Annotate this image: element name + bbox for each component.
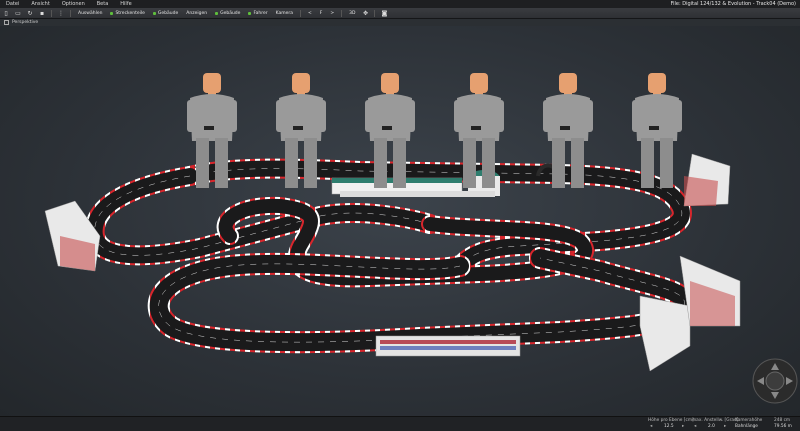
max-slope-label: max. Anstellw. [Grad] [692,418,739,423]
view-mode[interactable]: Perspektive [4,19,38,26]
buildings2-label: Gebäude [220,10,241,16]
menu-bar: Datei Ansicht Optionen Beta Hilfe File: … [0,0,800,8]
zoom-fit-button[interactable]: F [317,9,326,17]
green-check-icon [248,11,252,15]
camera-height-label: Kamerahöhe [735,418,763,423]
track-length-value: 79.56 m [774,424,792,429]
save-icon[interactable]: ▪ [38,10,46,17]
menu-hilfe[interactable]: Hilfe [114,0,137,8]
green-check-icon [110,11,114,15]
green-check-icon [215,11,219,15]
zoom-in-button[interactable]: > [327,9,337,17]
toolbar-separator [374,9,376,17]
zoom-out-button[interactable]: < [305,9,315,17]
camera-height-value: 248 cm [774,418,791,423]
toolbar-separator [341,9,343,17]
track-parts-label: Streckenteile [115,10,145,16]
increase-icon[interactable]: ▸ [682,424,684,429]
height-label: Höhe pro Ebene [cm] [648,418,694,423]
status-bar: Höhe pro Ebene [cm] ◂ 12.5 ▸ max. Anstel… [0,416,800,431]
height-value[interactable]: 12.5 [664,424,674,429]
buildings-button[interactable]: Gebäude [150,9,181,17]
track-length-label: Bahnlänge [735,424,758,429]
green-check-icon [152,11,156,15]
toolbar: ▯ ▭ ↻ ▪ ⋮ Auswählen Streckenteile Gebäud… [0,8,800,19]
new-file-icon[interactable]: ▯ [2,10,10,17]
grid-icon[interactable]: ⋮ [57,10,65,17]
toolbar-separator [70,9,71,17]
select-label: Auswählen [78,10,103,16]
toolbar-separator [51,9,52,17]
checkbox-icon [4,20,9,25]
view-3d-button[interactable]: 3D [346,9,358,17]
3d-viewport[interactable] [0,26,800,416]
menu-beta[interactable]: Beta [91,0,115,8]
grandstand-right-top [683,153,731,207]
drivers-button[interactable]: Fahrer [245,9,270,17]
track-parts-button[interactable]: Streckenteile [107,9,147,17]
decrease-icon[interactable]: ◂ [694,424,696,429]
refresh-icon[interactable]: ↻ [26,10,34,17]
displays-button[interactable]: Anzeigen [183,9,210,17]
open-file-icon[interactable]: ▭ [14,10,22,17]
max-slope-value[interactable]: 2.0 [708,424,715,429]
menu-datei[interactable]: Datei [0,0,25,8]
move-icon[interactable]: ✥ [361,10,369,17]
camera-icon[interactable]: ◙ [380,10,388,17]
toolbar-separator [299,9,301,17]
grandstand-bottom [375,335,521,357]
window-title: File: Digital 124/132 & Evolution - Trac… [670,1,796,7]
camera-label: Kamera [275,10,293,16]
increase-icon[interactable]: ▸ [724,424,726,429]
buildings2-button[interactable]: Gebäude [212,9,243,17]
decrease-icon[interactable]: ◂ [650,424,652,429]
view-mode-label: Perspektive [12,20,39,25]
driver-figure [632,73,682,188]
track-scene [44,73,798,404]
track-bottom-loop [147,247,696,354]
grandstand-right-bottom [639,255,741,372]
buildings-label: Gebäude [157,10,179,16]
navigation-control[interactable] [752,358,798,404]
drivers-label: Fahrer [253,10,268,16]
select-button[interactable]: Auswählen [75,9,105,17]
menu-optionen[interactable]: Optionen [56,0,91,8]
camera-button[interactable]: Kamera [273,9,296,17]
displays-label: Anzeigen [186,10,208,16]
menu-ansicht[interactable]: Ansicht [25,0,55,8]
